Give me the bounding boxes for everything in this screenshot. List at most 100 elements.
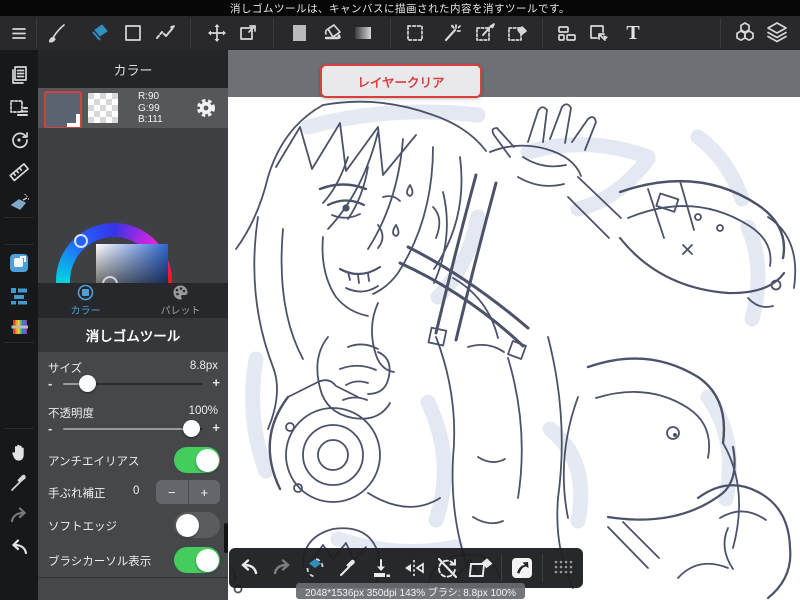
layer-clear-button[interactable]: レイヤークリア (320, 64, 482, 98)
antialias-toggle[interactable] (174, 447, 220, 473)
eyedropper-icon[interactable] (7, 471, 31, 495)
rainbow-palette-icon[interactable] (7, 315, 31, 339)
menu-icon[interactable] (5, 19, 33, 47)
layer-list-icon[interactable] (7, 283, 31, 307)
hand-tool-icon[interactable] (7, 440, 31, 464)
hue-selector[interactable] (74, 234, 88, 248)
select-move-icon[interactable] (584, 19, 612, 47)
eyedropper-icon[interactable] (335, 555, 361, 581)
stabilize-plus-button[interactable]: + (189, 480, 221, 504)
brush-cursor-label: ブラシカーソル表示 (48, 556, 152, 568)
antialias-row: アンチエイリアス (38, 442, 228, 478)
bottom-toolbar-divider (500, 554, 502, 582)
gradient-icon[interactable] (349, 19, 377, 47)
opacity-slider-fill (63, 428, 191, 430)
swatch-overlap (67, 114, 76, 123)
drag-handle-dots-icon[interactable] (550, 555, 576, 581)
canvas-status-text: 2048*1536px 350dpi 143% ブラシ: 8.8px 100% (305, 587, 517, 599)
softedge-row: ソフトエッジ (38, 507, 228, 543)
opacity-slider-thumb[interactable] (183, 420, 200, 437)
color-swatch-icon[interactable] (286, 19, 314, 47)
softedge-toggle[interactable] (174, 512, 220, 538)
text-tool-glyph: T (626, 21, 640, 44)
color-wheel-section (38, 128, 228, 339)
pages-icon[interactable] (7, 63, 31, 87)
ruler-icon[interactable] (7, 160, 31, 184)
toggle-knob (195, 548, 219, 572)
left-sidebar (0, 50, 38, 600)
toggle-knob (175, 513, 199, 537)
stabilize-minus-button[interactable]: − (156, 480, 189, 504)
sidebar-divider (4, 428, 34, 429)
rgb-r: R:90 (138, 91, 160, 102)
text-tool-icon[interactable]: T (619, 19, 647, 47)
size-plus[interactable]: + (212, 375, 220, 390)
select-pen-icon[interactable] (471, 19, 499, 47)
size-row: サイズ 8.8px - + (38, 352, 228, 398)
redo-icon[interactable] (7, 503, 31, 527)
toolbar-divider (390, 18, 391, 48)
top-toolbar: T (0, 16, 800, 51)
rgb-b: B:111 (138, 114, 163, 125)
redo-icon[interactable] (269, 555, 295, 581)
sidebar-divider (4, 217, 34, 218)
save-icon[interactable] (368, 555, 394, 581)
move-tool-icon[interactable] (203, 19, 231, 47)
color-settings-gear-icon[interactable] (194, 96, 218, 125)
canvas-status-bar: 2048*1536px 350dpi 143% ブラシ: 8.8px 100% (296, 583, 526, 599)
notification-bar: 消しゴムツールは、キャンバスに描画された内容を消すツールです。 (0, 0, 800, 16)
opacity-row: 不透明度 100% - + (38, 397, 228, 443)
panel-tabs: カラー パレット (38, 283, 228, 318)
canvas-area[interactable]: レイヤークリア 2048*1536px 350dpi 143% ブラシ: 8.8… (228, 50, 800, 600)
bottom-toolbar-divider (541, 554, 543, 582)
polyline-pen-tool-icon[interactable] (151, 19, 179, 47)
material-cubes-icon[interactable] (731, 19, 759, 47)
open-panel-icon[interactable] (509, 555, 535, 581)
toolbar-divider (273, 18, 274, 48)
brush-eraser-switch-icon[interactable] (302, 555, 328, 581)
size-minus[interactable]: - (48, 376, 52, 391)
transform-tool-icon[interactable] (234, 19, 262, 47)
split-view-icon[interactable] (553, 19, 581, 47)
tab-palette[interactable]: パレット (133, 283, 228, 318)
opacity-label: 不透明度 (48, 408, 94, 420)
stabilize-row: 手ぶれ補正 0 − + (38, 477, 228, 508)
magic-wand-icon[interactable] (438, 19, 466, 47)
sidebar-divider (4, 342, 34, 343)
rotate-reset-icon[interactable] (434, 555, 460, 581)
opacity-value: 100% (188, 405, 218, 417)
shape-rect-tool-icon[interactable] (119, 19, 147, 47)
airbrush-icon[interactable] (7, 190, 31, 214)
stabilize-stepper: − + (156, 480, 220, 504)
softedge-label: ソフトエッジ (48, 521, 117, 533)
foreground-color-swatch[interactable] (44, 91, 82, 129)
eraser-tool-icon[interactable] (84, 19, 112, 47)
select-eraser-icon[interactable] (503, 19, 531, 47)
rgb-g: G:99 (138, 102, 160, 114)
brush-cursor-toggle[interactable] (174, 547, 220, 573)
undo-icon[interactable] (236, 555, 262, 581)
brush-cursor-row: ブラシカーソル表示 (38, 542, 228, 578)
flip-horizontal-icon[interactable] (401, 555, 427, 581)
layer-clear-label: レイヤークリア (357, 75, 445, 90)
rotate-reset-icon[interactable] (7, 128, 31, 152)
select-rect-icon[interactable] (401, 19, 429, 47)
toolbar-divider (190, 18, 191, 48)
layer-clear-icon[interactable] (468, 555, 494, 581)
tab-color[interactable]: カラー (38, 283, 133, 318)
layers-icon[interactable] (763, 19, 791, 47)
brush-tool-icon[interactable] (43, 19, 71, 47)
toolbar-divider (542, 18, 543, 48)
select-detail-icon[interactable] (7, 96, 31, 120)
toolbar-divider (720, 18, 721, 48)
transparent-color-swatch[interactable] (88, 93, 118, 123)
undo-icon[interactable] (7, 535, 31, 559)
size-slider-thumb[interactable] (79, 375, 96, 392)
fill-bucket-icon[interactable] (318, 19, 346, 47)
toggle-knob (195, 448, 219, 472)
toolbar-divider (36, 18, 37, 48)
size-value: 8.8px (189, 360, 218, 372)
material-panel-icon[interactable] (7, 251, 31, 275)
opacity-plus[interactable]: + (212, 420, 220, 435)
opacity-minus[interactable]: - (48, 421, 52, 436)
